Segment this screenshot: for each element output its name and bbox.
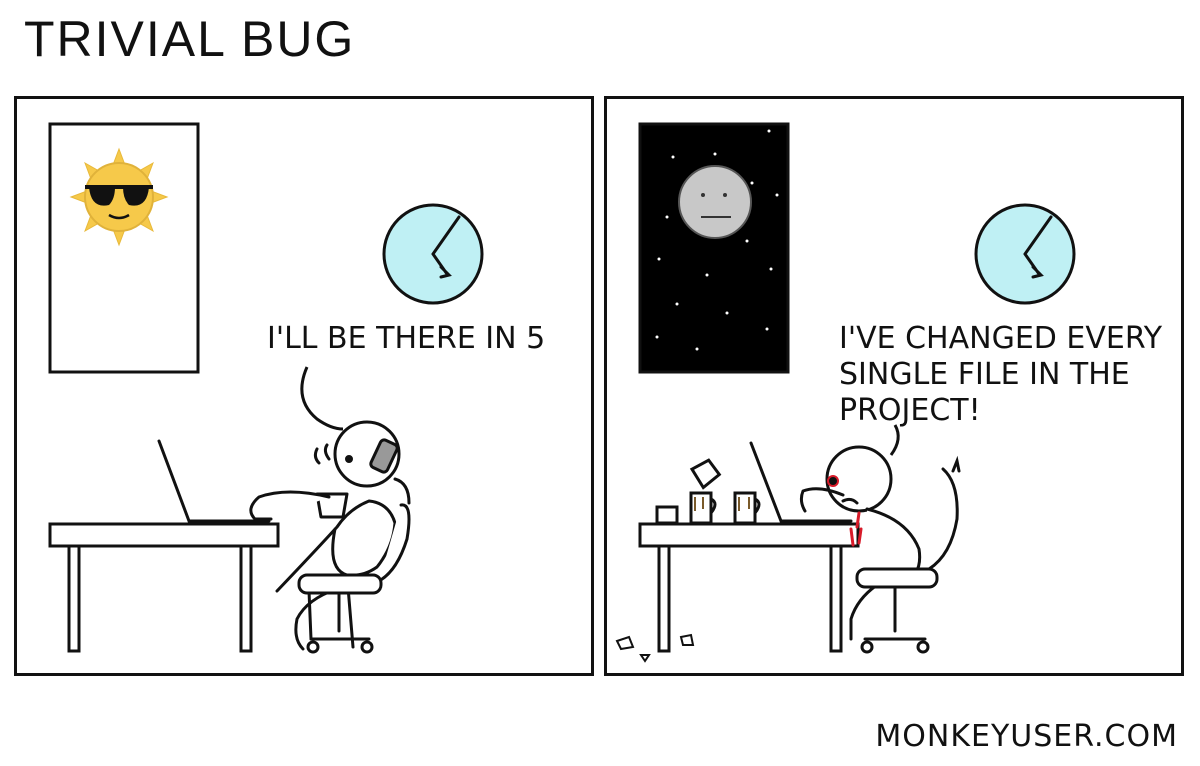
floor-debris <box>615 633 695 663</box>
desk <box>638 522 860 653</box>
night-window <box>638 122 790 374</box>
comic-panel-2: I'VE CHANGED EVERY SINGLE FILE IN THE PR… <box>604 96 1184 676</box>
desk <box>48 522 280 653</box>
clock-icon <box>974 203 1076 305</box>
clock-icon <box>382 203 484 305</box>
site-credit: MONKEYUSER.COM <box>875 719 1178 754</box>
panel-1-drawing <box>48 122 484 654</box>
speech-bubble-text: I'LL BE THERE IN 5 <box>267 321 546 356</box>
speech-bubble-text: I'VE CHANGED EVERY SINGLE FILE IN THE PR… <box>839 321 1163 428</box>
coffee-mugs <box>655 458 761 525</box>
comic-panel-1: I'LL BE THERE IN 5 <box>14 96 594 676</box>
comic-title: TRIVIAL BUG <box>24 11 356 67</box>
moon-icon <box>678 165 752 239</box>
sun-with-sunglasses-icon <box>69 147 169 247</box>
speech-tail <box>889 424 900 456</box>
speech-tail <box>300 366 344 431</box>
